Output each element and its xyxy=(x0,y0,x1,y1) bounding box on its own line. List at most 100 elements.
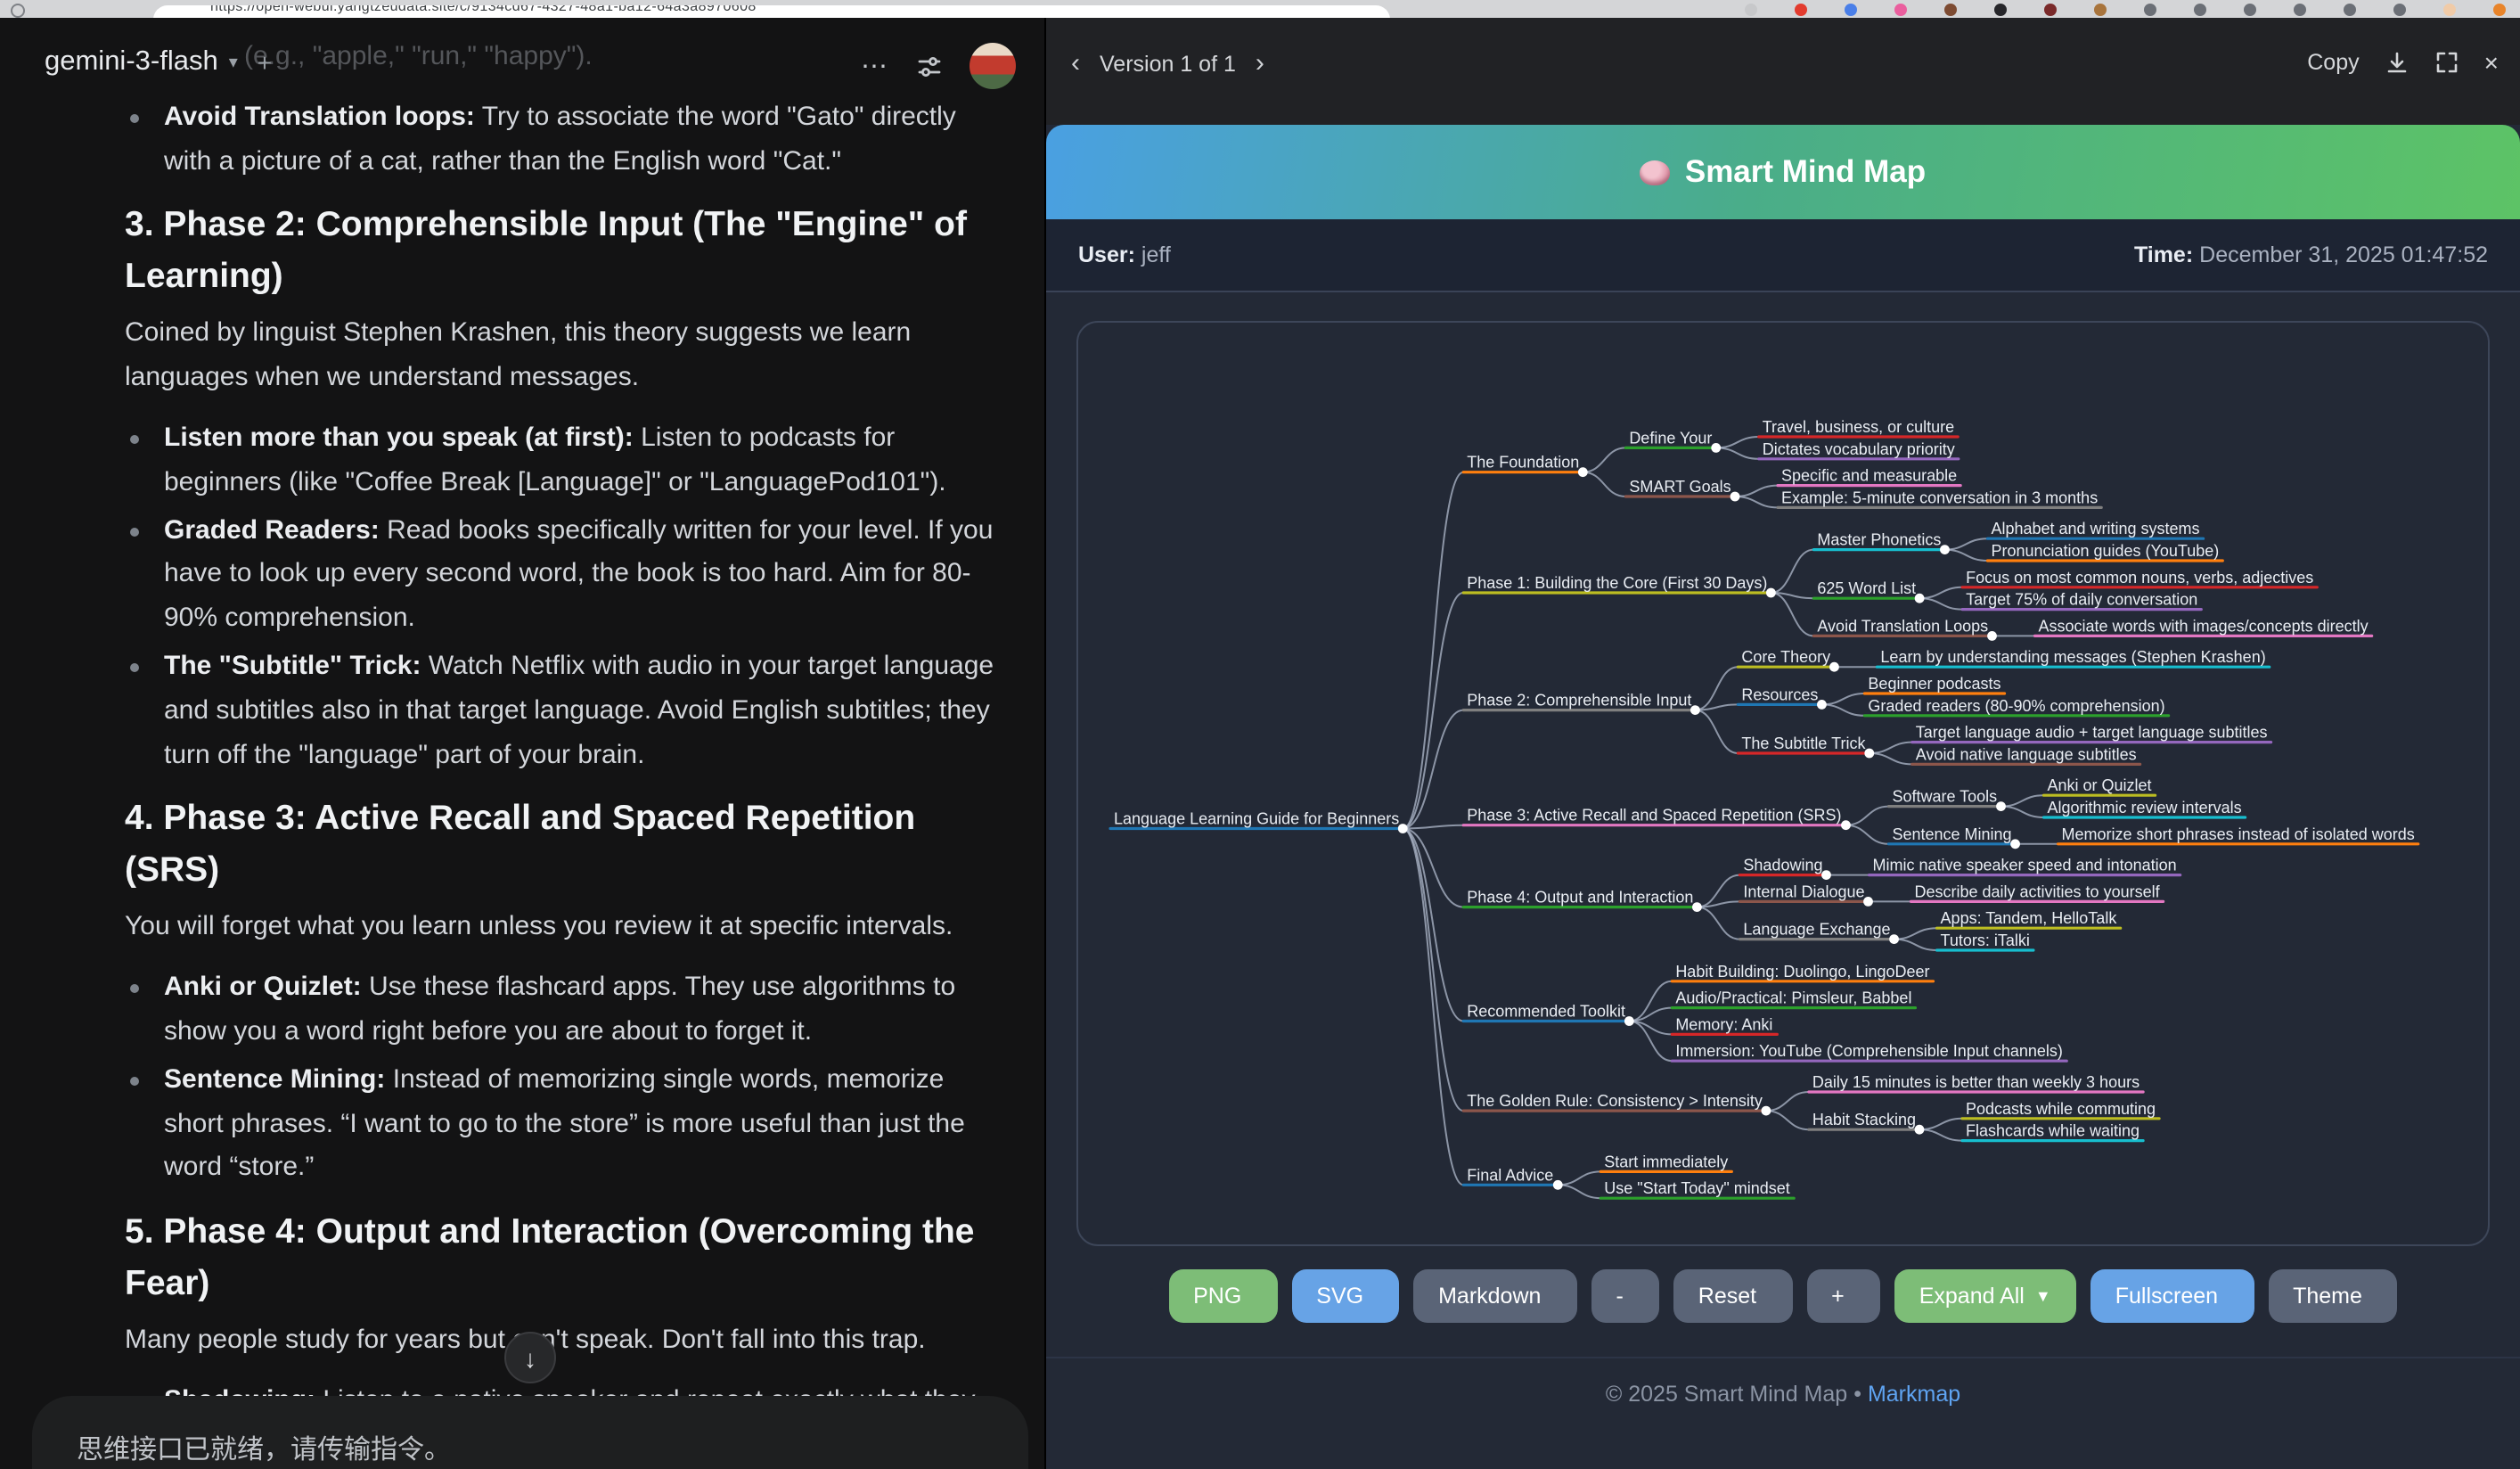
mindmap-node[interactable]: The Golden Rule: Consistency > Intensity xyxy=(1467,1092,1763,1110)
extension-icon[interactable] xyxy=(2144,4,2156,16)
fullscreen-icon[interactable] xyxy=(2434,50,2459,75)
mindmap-canvas[interactable]: Language Learning Guide for Beginners The… xyxy=(1078,323,2490,1244)
mindmap-node[interactable]: Memory: Anki xyxy=(1675,1015,1772,1033)
mindmap-node[interactable]: Specific and measurable xyxy=(1781,467,1957,485)
mindmap-node[interactable]: Target language audio + target language … xyxy=(1916,724,2268,742)
previous-version-button[interactable]: ‹ xyxy=(1068,48,1084,78)
mindmap-node[interactable]: Language Learning Guide for Beginners xyxy=(1114,810,1399,828)
extension-icon[interactable] xyxy=(1845,4,1857,16)
mindmap-node[interactable]: 625 Word List xyxy=(1817,579,1916,597)
toolbar-button[interactable]: Expand All▼ xyxy=(1894,1269,2076,1323)
mindmap-node[interactable]: The Foundation xyxy=(1467,454,1579,472)
extension-icon[interactable] xyxy=(2094,4,2107,16)
toolbar-button[interactable]: Markdown xyxy=(1413,1269,1576,1323)
mindmap-node[interactable]: Avoid native language subtitles xyxy=(1916,745,2137,763)
mindmap-node[interactable]: Focus on most common nouns, verbs, adjec… xyxy=(1966,569,2313,587)
mindmap-node[interactable]: Habit Stacking xyxy=(1812,1111,1916,1128)
extension-icon[interactable] xyxy=(2344,4,2356,16)
mindmap-node[interactable]: Travel, business, or culture xyxy=(1763,418,1954,436)
new-chat-icon[interactable]: + xyxy=(258,48,272,77)
mindmap-node[interactable]: SMART Goals xyxy=(1629,478,1730,496)
extension-icon[interactable] xyxy=(1944,4,1957,16)
mindmap-node[interactable]: Shadowing xyxy=(1743,857,1822,874)
mindmap-node[interactable]: Mimic native speaker speed and intonatio… xyxy=(1872,857,2176,874)
tune-sliders-icon[interactable] xyxy=(916,53,943,79)
mindmap-node[interactable]: Beginner podcasts xyxy=(1868,675,2000,693)
mindmap-node[interactable]: Language Exchange xyxy=(1743,921,1890,939)
mindmap-node[interactable]: Tutors: iTalki xyxy=(1941,931,2030,949)
section-heading: 5. Phase 4: Output and Interaction (Over… xyxy=(125,1207,996,1310)
mindmap-node[interactable]: The Subtitle Trick xyxy=(1741,734,1866,752)
mindmap-node[interactable]: Phase 4: Output and Interaction xyxy=(1467,889,1693,907)
mindmap-node[interactable]: Alphabet and writing systems xyxy=(1991,520,2199,538)
more-options-icon[interactable]: ⋯ xyxy=(861,50,889,82)
mindmap-node[interactable]: Graded readers (80-90% comprehension) xyxy=(1868,697,2164,715)
mindmap-node[interactable]: Flashcards while waiting xyxy=(1966,1122,2140,1140)
toolbar-button[interactable]: - xyxy=(1591,1269,1658,1323)
markmap-link[interactable]: Markmap xyxy=(1868,1382,1960,1407)
extension-icon[interactable] xyxy=(2294,4,2306,16)
mindmap-node[interactable]: Algorithmic review intervals xyxy=(2048,799,2242,817)
toolbar-button[interactable]: Theme xyxy=(2268,1269,2398,1323)
extension-icon[interactable] xyxy=(1994,4,2007,16)
extension-icon[interactable] xyxy=(1894,4,1907,16)
mindmap-node[interactable]: Target 75% of daily conversation xyxy=(1966,591,2197,609)
mindmap-node[interactable]: Daily 15 minutes is better than weekly 3… xyxy=(1812,1073,2140,1091)
mindmap-node[interactable]: Internal Dialogue xyxy=(1743,882,1864,900)
user-avatar[interactable] xyxy=(970,43,1016,89)
toolbar-button[interactable]: + xyxy=(1806,1269,1880,1323)
mindmap-node[interactable]: Recommended Toolkit xyxy=(1467,1003,1625,1021)
close-icon[interactable]: × xyxy=(2484,48,2499,77)
toolbar-button[interactable]: Fullscreen xyxy=(2090,1269,2254,1323)
mindmap-node[interactable]: Define Your xyxy=(1629,429,1712,447)
mindmap-node[interactable]: Apps: Tandem, HelloTalk xyxy=(1941,909,2118,927)
mindmap-node[interactable]: Final Advice xyxy=(1467,1166,1553,1184)
toolbar-button[interactable]: PNG xyxy=(1168,1269,1277,1323)
browser-address-bar[interactable]: https://open-webui.yangtzeudata.site/c/9… xyxy=(153,5,1390,18)
download-icon[interactable] xyxy=(2385,50,2410,75)
toolbar-button[interactable]: Reset xyxy=(1673,1269,1792,1323)
mindmap-node[interactable]: Immersion: YouTube (Comprehensible Input… xyxy=(1675,1042,2063,1060)
scroll-to-bottom-button[interactable]: ↓ xyxy=(504,1332,556,1383)
mindmap-node[interactable]: Anki or Quizlet xyxy=(2048,776,2152,794)
mindmap-node[interactable]: Associate words with images/concepts dir… xyxy=(2039,617,2369,635)
extension-icon[interactable] xyxy=(2443,4,2456,16)
mindmap-node[interactable]: Memorize short phrases instead of isolat… xyxy=(2062,825,2415,843)
extension-icon[interactable] xyxy=(2244,4,2256,16)
mindmap-node[interactable]: Core Theory xyxy=(1741,648,1830,666)
extension-icon[interactable] xyxy=(2493,4,2506,16)
extension-icon[interactable] xyxy=(1745,4,1757,16)
url-text[interactable]: https://open-webui.yangtzeudata.site/c/9… xyxy=(210,5,757,14)
toolbar-button[interactable]: SVG xyxy=(1291,1269,1399,1323)
mindmap-node[interactable]: Audio/Practical: Pimsleur, Babbel xyxy=(1675,989,1911,1007)
next-version-button[interactable]: › xyxy=(1252,48,1268,78)
mindmap-node[interactable]: Use "Start Today" mindset xyxy=(1604,1179,1790,1197)
browser-profile-icon[interactable] xyxy=(11,4,25,18)
extension-icon[interactable] xyxy=(1795,4,1807,16)
browser-apps-grid-icon[interactable] xyxy=(78,4,94,18)
mindmap-node[interactable]: Sentence Mining xyxy=(1892,825,2011,843)
extension-icon[interactable] xyxy=(2194,4,2206,16)
mindmap-node[interactable]: Pronunciation guides (YouTube) xyxy=(1991,542,2219,560)
mindmap-node[interactable]: Phase 1: Building the Core (First 30 Day… xyxy=(1467,574,1767,592)
mindmap-node[interactable]: Dictates vocabulary priority xyxy=(1763,440,1955,458)
mindmap-node[interactable]: Resources xyxy=(1741,685,1818,703)
mindmap-node[interactable]: Master Phonetics xyxy=(1817,531,1941,549)
model-selector[interactable]: gemini-3-flash ▾ + xyxy=(45,46,272,78)
copy-button[interactable]: Copy xyxy=(2307,50,2359,75)
mindmap-node[interactable]: Habit Building: Duolingo, LingoDeer xyxy=(1675,963,1929,981)
mindmap-node[interactable]: Describe daily activities to yourself xyxy=(1914,882,2160,900)
chat-input[interactable]: 思维接口已就绪，请传输指令。 xyxy=(32,1396,1028,1469)
mindmap-node[interactable]: Example: 5-minute conversation in 3 mont… xyxy=(1781,488,2098,506)
mindmap-node[interactable]: Phase 2: Comprehensible Input xyxy=(1467,692,1691,710)
extension-icon[interactable] xyxy=(2393,4,2406,16)
mindmap-node[interactable]: Software Tools xyxy=(1892,788,1997,806)
chevron-down-icon[interactable]: ▾ xyxy=(229,53,238,72)
mindmap-node[interactable]: Phase 3: Active Recall and Spaced Repeti… xyxy=(1467,807,1841,825)
mindmap-node[interactable]: Learn by understanding messages (Stephen… xyxy=(1880,648,2265,666)
mindmap-node[interactable]: Podcasts while commuting xyxy=(1966,1100,2156,1118)
extension-icon[interactable] xyxy=(2044,4,2057,16)
model-name[interactable]: gemini-3-flash xyxy=(45,46,218,78)
mindmap-node[interactable]: Avoid Translation Loops xyxy=(1817,617,1988,635)
mindmap-node[interactable]: Start immediately xyxy=(1604,1153,1728,1170)
